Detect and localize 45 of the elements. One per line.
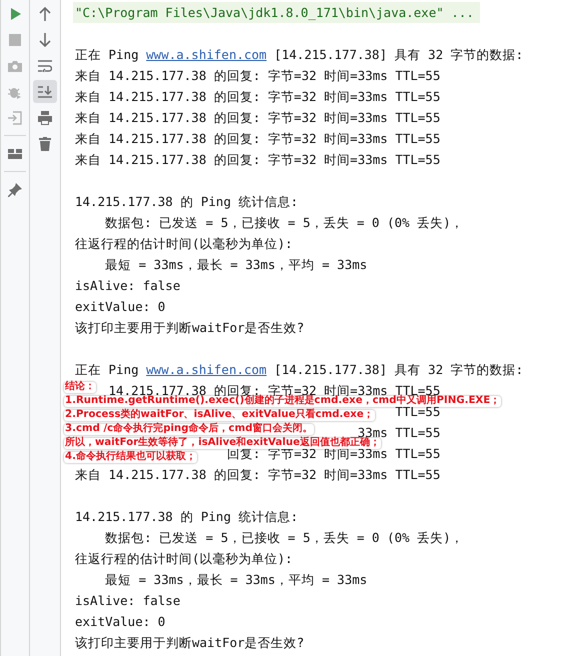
camera-icon <box>8 60 22 72</box>
url-link[interactable]: www.a.shifen.com <box>146 362 267 377</box>
console-text: isAlive: false <box>75 278 180 293</box>
console-text: exitValue: 0 <box>75 299 166 314</box>
console-text: TTL=55 <box>395 404 440 419</box>
console-text: 最短 = 33ms，最长 = 33ms，平均 = 33ms <box>104 572 368 587</box>
play-icon <box>8 6 22 20</box>
console-text: [14.215.177.38] 具有 32 字节的数据: <box>273 362 524 377</box>
console-text: 往返行程的估计时间(以毫秒为单位): <box>75 551 293 566</box>
annotation-text: 4.命令执行结果也可以获取； <box>64 452 197 463</box>
trash-icon <box>39 136 51 150</box>
exit-icon <box>8 110 22 124</box>
console-text: exitValue: 0 <box>75 614 166 629</box>
console-text: 该打印主要用于判断waitFor是否生效? <box>75 320 304 335</box>
console-text: 数据包: 已发送 = 5，已接收 = 5，丢失 = 0 (0% 丢失)， <box>104 530 464 545</box>
pin-icon <box>8 182 22 196</box>
console-text: isAlive: false <box>75 593 180 608</box>
annotation-text: 所以，waitFor生效等待了，isAlive和exitValue返回值也都正确； <box>64 438 381 449</box>
scroll-to-end-button[interactable] <box>33 80 57 103</box>
console-text: 正在 Ping <box>75 47 140 62</box>
console-text: 正在 Ping <box>75 362 140 377</box>
up-arrow-icon <box>39 6 51 20</box>
url-link[interactable]: www.a.shifen.com <box>146 47 267 62</box>
console-text: 数据包: 已发送 = 5，已接收 = 5，丢失 = 0 (0% 丢失)， <box>104 215 464 230</box>
annotation-text: 3.cmd /c命令执行完ping命令后，cmd窗口会关闭。 <box>64 424 314 435</box>
console-text: 最短 = 33ms，最长 = 33ms，平均 = 33ms <box>104 257 368 272</box>
layout-icon <box>8 148 22 158</box>
wrap-icon <box>38 60 52 72</box>
scroll-to-end-icon <box>38 86 52 98</box>
console-text: 来自 14.215.177.38 的回复: 字节=32 时间=33ms TTL=55 <box>75 467 440 482</box>
console-text: 14.215.177.38 的 Ping 统计信息: <box>75 509 298 524</box>
console-text: 来自 14.215.177.38 的回复: 字节=32 时间=33ms TTL=55 <box>75 68 440 83</box>
console-text: 来自 14.215.177.38 的回复: 字节=32 时间=33ms TTL=55 <box>75 110 440 125</box>
annotation-title: 结论： <box>64 382 96 393</box>
console-text: 来自 14.215.177.38 的回复: 字节=32 时间=33ms TTL=55 <box>75 89 440 104</box>
console-text: 14.215.177.38 的 Ping 统计信息: <box>75 194 298 209</box>
annotation-text: 2.Process类的waitFor、isAlive、exitValue只看cmd.exe； <box>64 410 375 421</box>
console-text: 该打印主要用于判断waitFor是否生效? <box>75 635 304 650</box>
console-text: [14.215.177.38] 具有 32 字节的数据: <box>273 47 524 62</box>
console-text: 来自 14.215.177.38 的回复: 字节=32 时间=33ms TTL=55 <box>75 131 440 146</box>
printer-icon <box>38 110 52 124</box>
console-text: 来自 14.215.177.38 的回复: 字节=32 时间=33ms TTL=55 <box>75 152 440 167</box>
down-arrow-icon <box>39 32 51 46</box>
console-text: 往返行程的估计时间(以毫秒为单位): <box>75 236 293 251</box>
stop-icon <box>9 34 21 46</box>
